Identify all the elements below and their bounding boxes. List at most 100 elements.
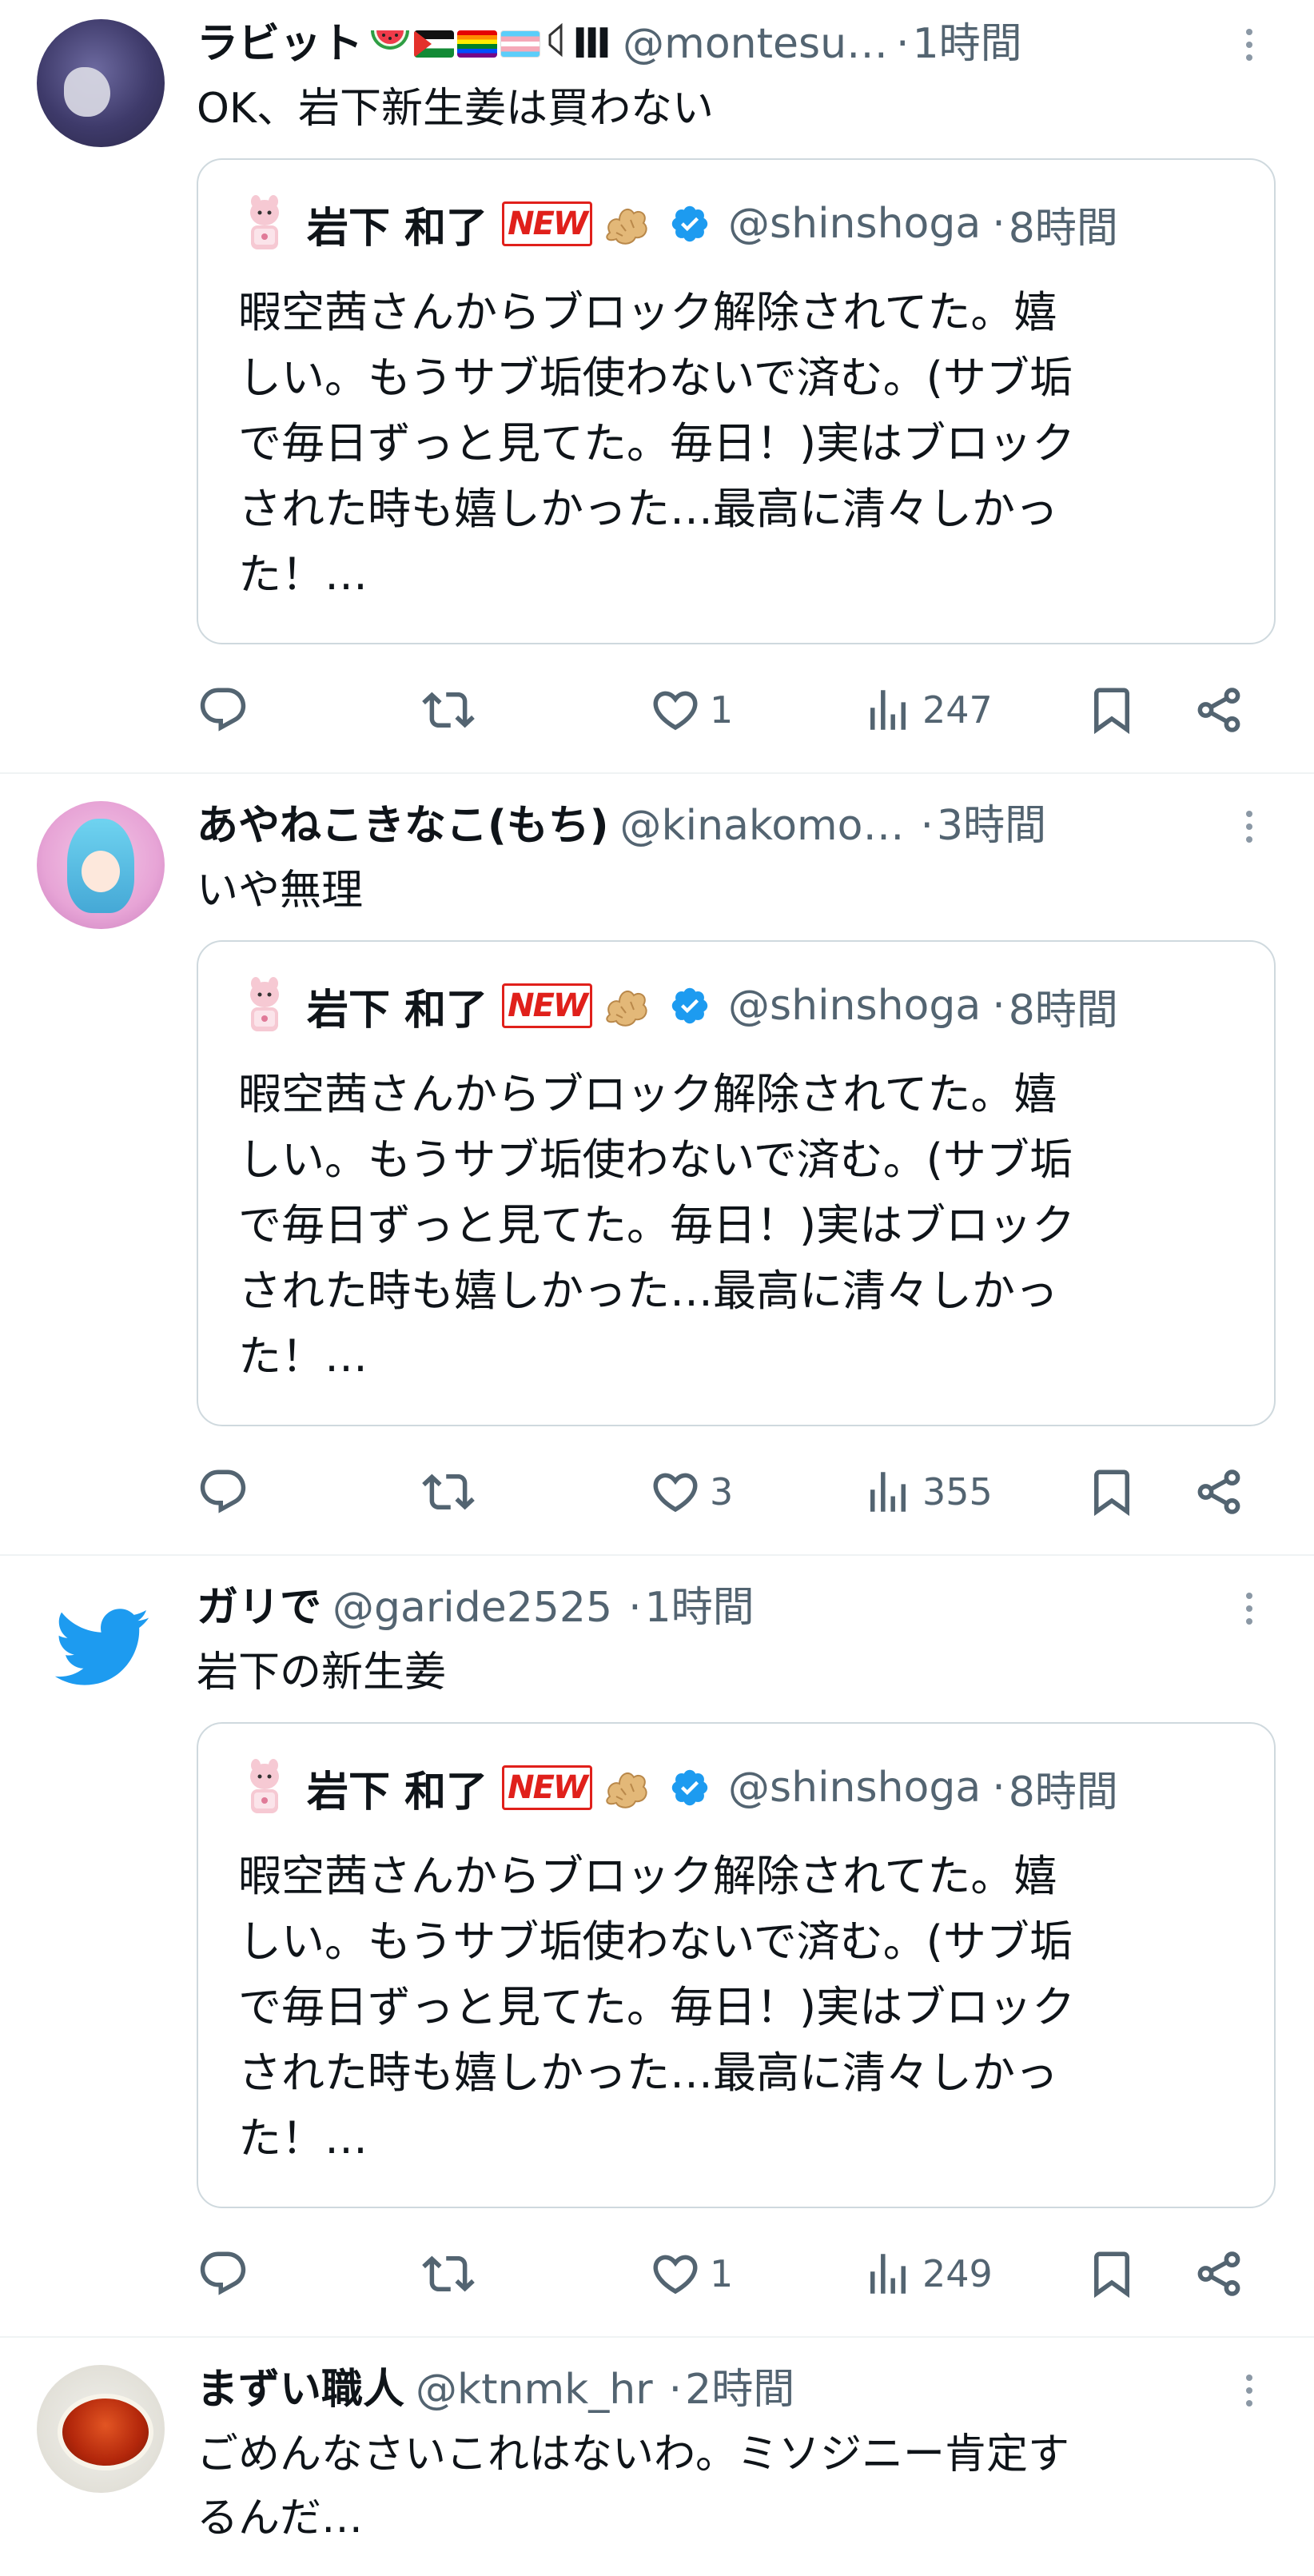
rainbow-flag-icon xyxy=(457,30,498,58)
more-icon[interactable] xyxy=(1237,803,1261,851)
quoted-display-name[interactable]: 岩下 和了 xyxy=(307,976,488,1036)
more-icon[interactable] xyxy=(1237,21,1261,69)
avatar[interactable] xyxy=(37,1583,165,1711)
views-button[interactable]: 247 xyxy=(862,678,993,742)
tweet[interactable]: ガリで @garide2525 · 1時間 岩下の新生姜 岩下 和了 NEW @… xyxy=(0,1564,1314,2331)
avatar[interactable] xyxy=(37,2365,165,2493)
share-button[interactable] xyxy=(1193,1460,1245,1524)
tweet-text: OK、岩下新生姜は買わない xyxy=(197,85,715,133)
ginger-emoji-icon xyxy=(599,1760,655,1816)
watermelon-emoji-icon xyxy=(369,16,411,72)
quoted-user-handle[interactable]: @shinshoga xyxy=(728,982,981,1030)
display-name[interactable]: まずい職人 xyxy=(197,2362,404,2418)
quoted-display-name[interactable]: 岩下 和了 xyxy=(307,194,488,254)
like-count: 1 xyxy=(710,2252,734,2295)
tweet-header: まずい職人 @ktnmk_hr · 2時間 xyxy=(197,2362,1244,2418)
separator-dot: · xyxy=(992,1764,1005,1812)
retweet-button[interactable] xyxy=(422,678,475,742)
reply-icon xyxy=(197,2247,249,2300)
timestamp[interactable]: 1時間 xyxy=(913,16,1022,72)
view-count: 247 xyxy=(922,688,993,732)
timestamp[interactable]: 2時間 xyxy=(685,2362,794,2418)
display-name[interactable]: ラビット xyxy=(197,16,363,72)
tweet-text: ごめんなさいこれはないわ。ミソジニー肯定す るんだ… xyxy=(197,2430,1070,2542)
new-badge-icon: NEW xyxy=(502,201,593,246)
quoted-timestamp[interactable]: 8時間 xyxy=(1009,1758,1118,1818)
bookmark-button[interactable] xyxy=(1085,2242,1138,2306)
heart-icon xyxy=(649,1465,702,1518)
quoted-tweet[interactable]: 岩下 和了 NEW @shinshoga · 8時間 暇空茜さんからブロック解除… xyxy=(197,158,1276,644)
retweet-button[interactable] xyxy=(422,1460,475,1524)
bookmark-icon xyxy=(1085,1465,1138,1518)
bookmark-button[interactable] xyxy=(1085,678,1138,742)
share-button[interactable] xyxy=(1193,2242,1245,2306)
quoted-user-handle[interactable]: @shinshoga xyxy=(728,1764,981,1812)
retweet-icon xyxy=(422,1465,475,1518)
bookmark-icon xyxy=(1085,684,1138,736)
heart-icon xyxy=(649,684,702,736)
quoted-timestamp[interactable]: 8時間 xyxy=(1009,976,1118,1036)
new-badge-icon: NEW xyxy=(502,1765,593,1810)
like-button[interactable]: 1 xyxy=(649,2242,733,2306)
separator-dot: · xyxy=(992,200,1005,248)
retweet-icon xyxy=(422,2247,475,2300)
timestamp[interactable]: 3時間 xyxy=(937,798,1046,854)
tweet-divider xyxy=(0,1554,1314,1556)
reply-button[interactable] xyxy=(197,678,249,742)
quoted-tweet-text: 暇空茜さんからブロック解除されてた。嬉 しい。もうサブ垢使わないで済む。(サブ垢… xyxy=(238,1851,1076,2163)
quoted-user-handle[interactable]: @shinshoga xyxy=(728,200,981,248)
quoted-avatar[interactable] xyxy=(238,193,291,254)
share-icon xyxy=(1193,684,1245,736)
action-bar: 3 355 xyxy=(197,1460,1276,1524)
quoted-display-name[interactable]: 岩下 和了 xyxy=(307,1758,488,1818)
views-button[interactable]: 249 xyxy=(862,2242,993,2306)
new-badge-icon: NEW xyxy=(502,983,593,1028)
tweet[interactable]: ラビット Ⅲ @montesu… · 1時間 OK、岩下新生姜は買わない 岩下 … xyxy=(0,0,1314,768)
like-button[interactable]: 1 xyxy=(649,678,733,742)
reply-icon xyxy=(197,684,249,736)
quoted-tweet[interactable]: 岩下 和了 NEW @shinshoga · 8時間 暇空茜さんからブロック解除… xyxy=(197,940,1276,1426)
user-handle[interactable]: @ktnmk_hr xyxy=(416,2362,653,2418)
display-name[interactable]: ガリで xyxy=(197,1580,321,1636)
retweet-button[interactable] xyxy=(422,2242,475,2306)
avatar[interactable] xyxy=(37,801,165,929)
share-button[interactable] xyxy=(1193,678,1245,742)
action-bar: 1 247 xyxy=(197,678,1276,742)
user-handle[interactable]: @montesu… xyxy=(623,16,888,72)
roman-numeral-suffix: Ⅲ xyxy=(572,20,612,68)
reply-icon xyxy=(197,1465,249,1518)
quoted-tweet-text: 暇空茜さんからブロック解除されてた。嬉 しい。もうサブ垢使わないで済む。(サブ垢… xyxy=(238,287,1076,600)
quoted-timestamp[interactable]: 8時間 xyxy=(1009,194,1118,254)
user-handle[interactable]: @kinakomo… xyxy=(620,798,905,854)
reply-button[interactable] xyxy=(197,2242,249,2306)
bookmark-button[interactable] xyxy=(1085,1460,1138,1524)
view-count: 249 xyxy=(922,2252,993,2295)
like-button[interactable]: 3 xyxy=(649,1460,733,1524)
views-icon xyxy=(862,684,914,736)
quoted-avatar[interactable] xyxy=(238,1757,291,1818)
display-name[interactable]: あやねこきなこ(もち) xyxy=(197,798,609,854)
views-button[interactable]: 355 xyxy=(862,1460,993,1524)
timeline-feed: ラビット Ⅲ @montesu… · 1時間 OK、岩下新生姜は買わない 岩下 … xyxy=(0,0,1314,2576)
quoted-tweet[interactable]: 岩下 和了 NEW @shinshoga · 8時間 暇空茜さんからブロック解除… xyxy=(197,1722,1276,2208)
separator-dot: · xyxy=(992,982,1005,1030)
like-count: 3 xyxy=(710,1470,734,1513)
separator-dot: · xyxy=(896,20,910,68)
twitter-bird-icon xyxy=(51,1597,150,1697)
ginger-emoji-icon xyxy=(599,196,655,252)
separator-dot: · xyxy=(628,1584,642,1632)
tweet-divider xyxy=(0,772,1314,774)
avatar[interactable] xyxy=(37,19,165,147)
reply-button[interactable] xyxy=(197,1460,249,1524)
quoted-tweet-text: 暇空茜さんからブロック解除されてた。嬉 しい。もうサブ垢使わないで済む。(サブ垢… xyxy=(238,1069,1076,1382)
tweet[interactable]: まずい職人 @ktnmk_hr · 2時間 ごめんなさいこれはないわ。ミソジニー… xyxy=(0,2346,1314,2576)
more-icon[interactable] xyxy=(1237,1585,1261,1633)
tweet-text: 岩下の新生姜 xyxy=(197,1649,447,1697)
more-icon[interactable] xyxy=(1237,2367,1261,2415)
quoted-avatar[interactable] xyxy=(238,975,291,1036)
ginger-emoji-icon xyxy=(599,978,655,1034)
timestamp[interactable]: 1時間 xyxy=(645,1580,755,1636)
like-count: 1 xyxy=(710,688,734,732)
user-handle[interactable]: @garide2525 xyxy=(332,1580,612,1636)
tweet[interactable]: あやねこきなこ(もち) @kinakomo… · 3時間 いや無理 岩下 和了 … xyxy=(0,782,1314,1549)
